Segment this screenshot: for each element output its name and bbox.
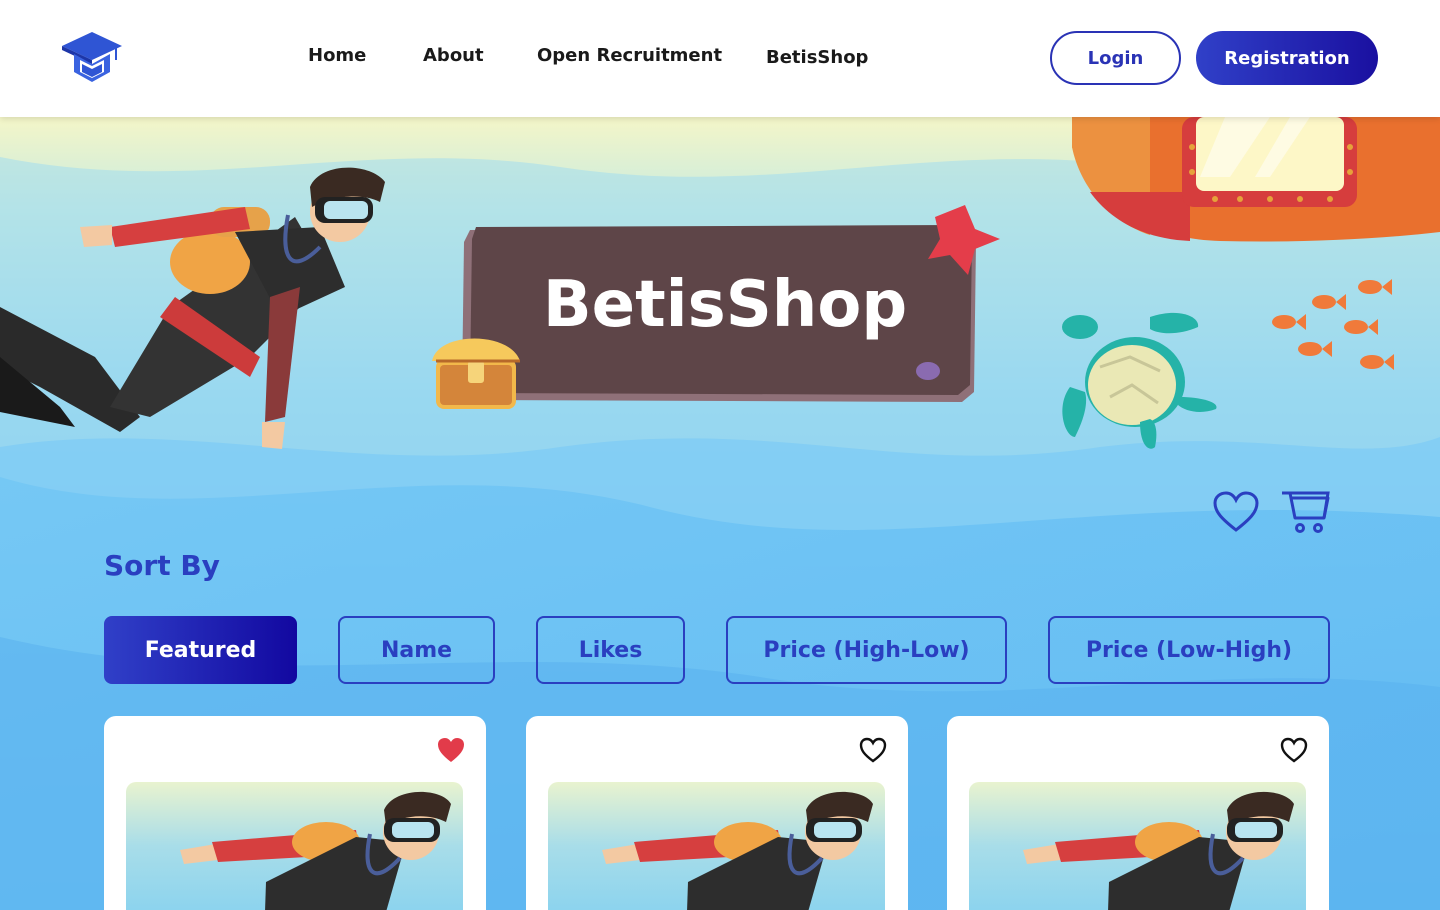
login-button[interactable]: Login bbox=[1050, 31, 1181, 85]
nav-open-recruitment[interactable]: Open Recruitment bbox=[537, 45, 722, 66]
product-image[interactable] bbox=[548, 782, 885, 910]
heart-outline-icon[interactable] bbox=[1212, 490, 1260, 534]
product-image[interactable] bbox=[969, 782, 1306, 910]
product-card[interactable] bbox=[947, 716, 1329, 910]
nav-home[interactable]: Home bbox=[308, 45, 366, 66]
cart-icon[interactable] bbox=[1280, 488, 1332, 536]
sort-price-high-low-button[interactable]: Price (High-Low) bbox=[726, 616, 1007, 684]
sort-likes-button[interactable]: Likes bbox=[536, 616, 685, 684]
nav-about[interactable]: About bbox=[423, 45, 484, 66]
heart-outline-icon[interactable] bbox=[1279, 736, 1309, 764]
top-navbar: Home About Open Recruitment BetisShop Lo… bbox=[0, 0, 1440, 117]
product-card[interactable] bbox=[104, 716, 486, 910]
nav-betisshop[interactable]: BetisShop bbox=[766, 47, 868, 68]
product-card[interactable] bbox=[526, 716, 908, 910]
sort-featured-button[interactable]: Featured bbox=[104, 616, 297, 684]
registration-button[interactable]: Registration bbox=[1196, 31, 1378, 85]
graduation-cap-icon[interactable] bbox=[58, 28, 126, 88]
sort-by-label: Sort By bbox=[104, 549, 220, 582]
sort-price-low-high-button[interactable]: Price (Low-High) bbox=[1048, 616, 1330, 684]
hero-title: BetisShop bbox=[542, 268, 908, 342]
heart-filled-icon[interactable] bbox=[436, 736, 466, 764]
heart-outline-icon[interactable] bbox=[858, 736, 888, 764]
product-image[interactable] bbox=[126, 782, 463, 910]
sort-name-button[interactable]: Name bbox=[338, 616, 495, 684]
